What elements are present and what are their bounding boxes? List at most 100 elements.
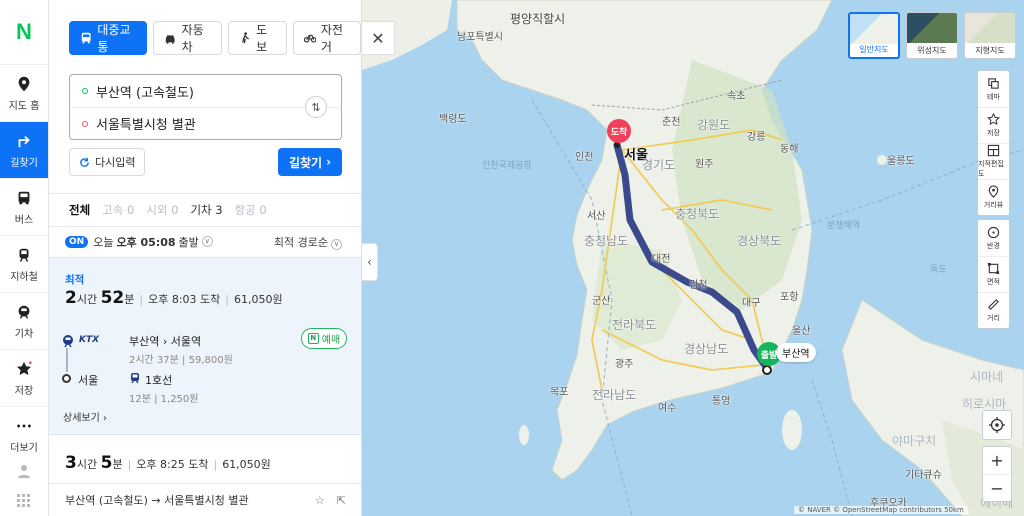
- destination-value: 서울특별시청 별관: [96, 118, 196, 133]
- map-label-chungbuk: 충청북도: [675, 207, 720, 221]
- bus-icon: [18, 191, 30, 204]
- area-tool[interactable]: 면적: [978, 256, 1009, 292]
- swap-icon[interactable]: ⇅: [305, 96, 327, 118]
- map-label-pohang: 포항: [780, 292, 799, 303]
- distance-tool[interactable]: 거리: [978, 292, 1009, 328]
- detail-link[interactable]: 상세보기 ›: [63, 409, 107, 424]
- chevron-down-icon[interactable]: ∨: [201, 236, 213, 247]
- departure-time[interactable]: 오후 05:08: [116, 234, 175, 250]
- map-label-baengnyeong: 백령도: [439, 114, 467, 125]
- book-ticket-button[interactable]: N 예매: [301, 328, 347, 349]
- find-route-button[interactable]: 길찾기 ›: [278, 148, 342, 176]
- map-type-satellite[interactable]: 위성지도: [906, 12, 958, 59]
- star-icon[interactable]: ☆: [315, 494, 325, 507]
- departure-pin-label[interactable]: 부산역: [776, 343, 816, 362]
- my-location-button[interactable]: [982, 410, 1012, 440]
- tab-all[interactable]: 전체: [69, 202, 90, 218]
- radius-tool[interactable]: 반경: [978, 220, 1009, 256]
- star-icon: [16, 360, 32, 375]
- transfer-station: 서울: [78, 374, 99, 387]
- map-label-tongyeong: 통영: [712, 396, 731, 407]
- close-panel-button[interactable]: ✕: [362, 21, 395, 55]
- tab-express-bus[interactable]: 고속 0: [102, 202, 134, 218]
- arrival-pin[interactable]: 도착: [607, 119, 631, 143]
- fare: 61,050원: [234, 293, 283, 306]
- map-label-gyeongbuk: 경상북도: [737, 234, 782, 248]
- map-label-gyeonggi: 경기도: [642, 158, 676, 172]
- cadastral-tool[interactable]: 지적편집도: [978, 143, 1009, 179]
- tab-intercity-bus[interactable]: 시외 0: [146, 202, 178, 218]
- route-summary: 3 시간 5분 | 오후 8:25 도착 | 61,050원: [65, 453, 271, 473]
- rail-label: 지도 홈: [8, 100, 40, 112]
- mode-label: 도보: [256, 23, 268, 54]
- map-label-seosan: 서산: [587, 211, 606, 222]
- map-label-kitakyushu: 기타큐슈: [905, 470, 942, 481]
- rail-label: 기차: [14, 328, 34, 340]
- street-view-tool[interactable]: 거리뷰: [978, 179, 1009, 215]
- rail-label: 저장: [14, 385, 34, 397]
- route-summary: 2 시간 52 분 | 오후 8:03 도착 | 61,050원: [65, 288, 283, 308]
- result-tabs: 전체 고속 0 시외 0 기차 3 항공 0: [49, 193, 361, 227]
- tab-flight[interactable]: 항공 0: [235, 202, 267, 218]
- map-label-shimane: 시마네: [970, 370, 1004, 384]
- theme-tool[interactable]: 테마: [978, 71, 1009, 107]
- user-icon[interactable]: [0, 456, 48, 486]
- zoom-in-button[interactable]: +: [983, 447, 1011, 474]
- bus-icon: [81, 32, 91, 44]
- zoom-out-button[interactable]: −: [983, 474, 1011, 501]
- train-icon: [18, 305, 30, 319]
- map-label-gangneung: 강릉: [747, 132, 766, 143]
- origin-field[interactable]: 부산역 (고속철도): [70, 75, 341, 107]
- directions-panel: 대중교통 자동차 도보 자전거 부산역 (고속철도) 서울특별시청 별관 ⇅ 다…: [49, 0, 362, 516]
- tab-train[interactable]: 기차 3: [190, 202, 222, 218]
- map-label-gunsan: 군산: [592, 296, 611, 307]
- rail-more[interactable]: 더보기: [0, 406, 48, 463]
- save-tool[interactable]: 저장: [978, 107, 1009, 143]
- pin-icon: [18, 76, 30, 91]
- collapse-panel-button[interactable]: ‹: [362, 243, 378, 281]
- route-result-best[interactable]: 최적 2 시간 52 분 | 오후 8:03 도착 | 61,050원 KTX 부산역 …: [49, 257, 361, 435]
- departure-label: 출발: [178, 235, 199, 249]
- mode-label: 대중교통: [97, 23, 131, 54]
- bike-icon: [303, 34, 316, 43]
- left-rail: N 지도 홈 길찾기 버스 지하철 기차 저장 더보기: [0, 0, 49, 516]
- map-type-terrain[interactable]: 지형지도: [964, 12, 1016, 59]
- rail-bus[interactable]: 버스: [0, 178, 48, 235]
- map-label-incheon: 인천: [575, 152, 594, 163]
- map-label-jeonnam: 전라남도: [592, 388, 637, 402]
- rail-directions[interactable]: 길찾기: [0, 121, 48, 178]
- mode-bike-button[interactable]: 자전거: [292, 21, 361, 55]
- rail-label: 길찾기: [10, 157, 38, 169]
- mode-transit-button[interactable]: 대중교통: [69, 21, 148, 55]
- naver-logo[interactable]: N: [0, 0, 48, 64]
- map-label-daegu: 대구: [742, 298, 761, 309]
- rail-label: 버스: [14, 214, 34, 226]
- share-icon[interactable]: ⇱: [337, 494, 346, 507]
- rail-train[interactable]: 기차: [0, 292, 48, 349]
- rail-saved[interactable]: 저장: [0, 349, 48, 406]
- star-icon: [987, 113, 1000, 126]
- map-canvas[interactable]: 평양직할시 남포특별시 속초 백령도 춘천 강원도 강릉 동해 인천 서울 경기…: [362, 0, 1024, 516]
- destination-field[interactable]: 서울특별시청 별관: [70, 107, 341, 139]
- pin-icon: [988, 185, 999, 198]
- apps-grid-icon[interactable]: [0, 486, 48, 516]
- map-type-normal[interactable]: 일반지도: [848, 12, 900, 59]
- mode-car-button[interactable]: 자동차: [153, 21, 222, 55]
- find-route-label: 길찾기: [288, 155, 323, 170]
- origin-dot-icon: [82, 88, 88, 94]
- map-label-donghae: 동해: [780, 144, 799, 155]
- ktx-logo: KTX: [79, 335, 100, 345]
- reset-button[interactable]: 다시입력: [69, 148, 146, 176]
- rail-subway[interactable]: 지하철: [0, 235, 48, 292]
- on-badge: ON: [65, 235, 89, 248]
- sort-select[interactable]: 최적 경로순 ∨: [274, 234, 342, 250]
- route-result-2[interactable]: 3 시간 5분 | 오후 8:25 도착 | 61,050원: [49, 436, 361, 484]
- map-label-ulleung: 울릉도: [887, 156, 915, 167]
- chevron-right-icon: ›: [326, 155, 332, 169]
- mode-walk-button[interactable]: 도보: [227, 21, 287, 55]
- map-label-yeosu: 여수: [658, 403, 677, 414]
- rail-map-home[interactable]: 지도 홈: [0, 64, 48, 121]
- map-label-dokdo: 독도: [930, 265, 947, 275]
- route-line: [66, 348, 68, 372]
- more-icon: [17, 424, 31, 427]
